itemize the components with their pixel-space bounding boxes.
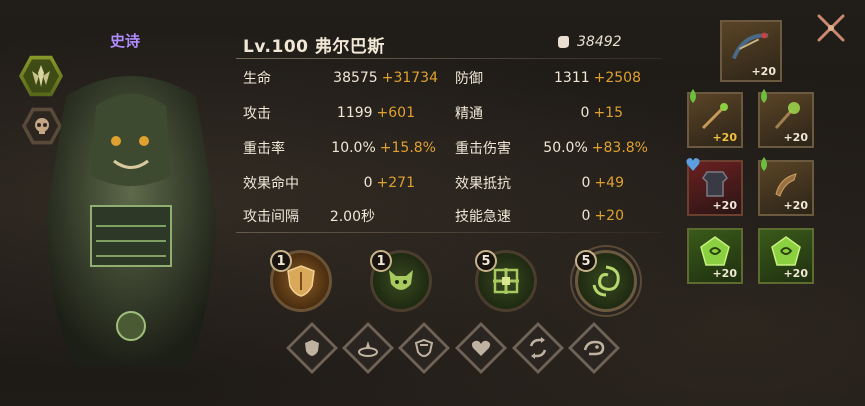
stat-base: 0 <box>363 175 373 191</box>
stat-base: 0 <box>581 175 591 191</box>
stat-row: 防御 1311 +2508 <box>455 67 641 89</box>
cycle-arrows-icon <box>529 337 547 359</box>
stat-label: 攻击 <box>243 106 271 122</box>
stat-row: 重击伤害 50.0% +83.8% <box>455 137 648 159</box>
stat-label: 效果抵抗 <box>455 176 511 192</box>
stat-base: 10.0% <box>331 140 376 156</box>
stat-row: 攻击 1199 +601 <box>243 102 415 124</box>
close-icon <box>817 14 845 42</box>
upgrade-level: +20 <box>783 267 808 280</box>
stat-label: 生命 <box>243 71 271 87</box>
hero-title: Lv.100 弗尔巴斯 <box>243 37 385 57</box>
rod-icon <box>701 103 728 130</box>
fist-icon <box>558 36 569 48</box>
equip-slot-armor[interactable]: +20 <box>686 158 743 216</box>
skill-level-badge: 5 <box>475 250 497 272</box>
crest-shield-icon <box>414 338 434 358</box>
staff-icon <box>774 102 800 129</box>
stat-bonus: +15.8% <box>379 140 436 156</box>
horn-icon <box>775 173 797 197</box>
stat-bonus: +20 <box>594 208 624 224</box>
close-button[interactable] <box>815 12 847 44</box>
stat-base: 1311 <box>554 70 590 86</box>
stat-bonus: +601 <box>376 105 415 121</box>
cross-rune-skill-icon <box>493 268 519 294</box>
equip-slot-rune-2[interactable]: +20 <box>758 228 814 284</box>
skill-slot-1[interactable]: 1 <box>270 250 332 312</box>
buff-circle-icon <box>358 341 378 357</box>
power-score: 38492 <box>555 30 655 54</box>
power-value: 38492 <box>577 34 622 50</box>
equip-slot-horn[interactable]: +20 <box>758 157 814 216</box>
stat-bonus: +271 <box>376 175 415 191</box>
stat-label: 精通 <box>455 106 483 122</box>
equip-weapon[interactable]: +20 <box>720 20 782 82</box>
skill-level-badge: 5 <box>575 250 597 272</box>
upgrade-level: +20 <box>712 267 737 280</box>
header-divider <box>236 58 662 59</box>
heart-skill-slot[interactable] <box>455 322 507 374</box>
green-rune-icon <box>700 236 730 266</box>
skill-slot-3[interactable]: 5 <box>475 250 537 312</box>
armor-icon <box>702 171 728 197</box>
upgrade-level: +20 <box>712 199 737 212</box>
stat-row: 效果命中 0 +271 <box>243 172 415 194</box>
stat-label: 技能急速 <box>455 209 511 225</box>
shield-skill-slot[interactable] <box>286 322 338 374</box>
dragon-head-icon <box>583 340 605 356</box>
cycle-skill-slot[interactable] <box>512 322 564 374</box>
green-rune-icon <box>771 236 801 266</box>
stat-bonus: +15 <box>593 105 623 121</box>
shield-skill-icon <box>287 265 315 297</box>
dragon-skill-slot[interactable] <box>568 322 620 374</box>
stat-label: 攻击间隔 <box>243 209 299 225</box>
upgrade-level: +20 <box>783 131 808 144</box>
stat-row: 技能急速 0 +20 <box>455 205 624 227</box>
stat-row: 精通 0 +15 <box>455 102 623 124</box>
stat-label: 重击率 <box>243 141 285 157</box>
equip-slot-staff[interactable]: +20 <box>758 89 814 148</box>
equip-slot-rod[interactable]: +20 <box>687 89 743 148</box>
upgrade-level: +20 <box>751 65 776 78</box>
hero-portrait <box>36 36 226 406</box>
stat-bonus: +31734 <box>381 70 438 86</box>
skill-level-badge: 1 <box>270 250 292 272</box>
stat-base: 38575 <box>333 70 378 86</box>
stat-bonus: +2508 <box>593 70 641 86</box>
stat-base: 2.00秒 <box>329 209 375 225</box>
skill-level-badge: 1 <box>370 250 392 272</box>
stat-base: 0 <box>580 105 590 121</box>
bow-weapon-icon <box>732 32 769 60</box>
stat-base: 50.0% <box>543 140 588 156</box>
upgrade-level: +20 <box>712 131 737 144</box>
shield-icon <box>305 340 319 356</box>
demon-face-skill-icon <box>389 270 413 290</box>
stat-base: 1199 <box>336 105 373 121</box>
stat-label: 效果命中 <box>243 176 299 192</box>
stat-bonus: +49 <box>594 175 624 191</box>
stats-divider <box>236 232 662 233</box>
stat-row: 攻击间隔 2.00秒 <box>243 205 375 227</box>
stat-label: 防御 <box>455 71 483 87</box>
skill-slot-4[interactable]: 5 <box>575 250 637 312</box>
stat-bonus: +83.8% <box>591 140 648 156</box>
armor-skill-slot[interactable] <box>398 322 450 374</box>
skill-slot-2[interactable]: 1 <box>370 250 432 312</box>
stat-row: 生命 38575 +31734 <box>243 67 438 89</box>
stat-row: 重击率 10.0% +15.8% <box>243 137 436 159</box>
equip-slot-rune-1[interactable]: +20 <box>687 228 743 284</box>
buff-skill-slot[interactable] <box>342 322 394 374</box>
upgrade-level: +20 <box>783 199 808 212</box>
heart-icon <box>471 340 491 356</box>
stat-row: 效果抵抗 0 +49 <box>455 172 624 194</box>
stat-label: 重击伤害 <box>455 141 511 157</box>
stat-base: 0 <box>581 208 591 224</box>
